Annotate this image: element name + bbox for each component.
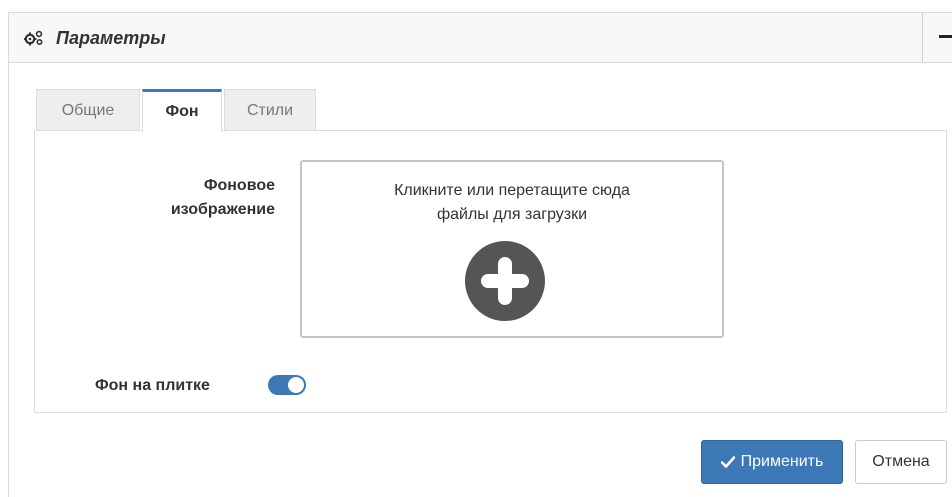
- dropzone-text-line2: файлы для загрузки: [436, 206, 588, 223]
- cancel-button[interactable]: Отмена: [855, 440, 947, 484]
- toggle-knob: [288, 377, 304, 393]
- tile-background-toggle[interactable]: [268, 375, 306, 395]
- panel-title: Параметры: [56, 28, 166, 48]
- tile-background-label: Фон на плитке: [95, 377, 210, 394]
- gears-icon: [24, 30, 43, 46]
- dropzone-text: Кликните или перетащите сюда файлы для з…: [302, 179, 722, 227]
- tab-content-background: Фоновое изображение Кликните или перетащ…: [34, 130, 947, 413]
- upload-dropzone[interactable]: Кликните или перетащите сюда файлы для з…: [300, 160, 724, 338]
- tab-background[interactable]: Фон: [142, 89, 222, 132]
- panel-header: Параметры: [9, 13, 952, 63]
- plus-circle-icon: [465, 241, 545, 321]
- settings-panel: Параметры Общие Фон Стили Фоновое изобра…: [8, 12, 952, 497]
- apply-button[interactable]: Применить: [701, 440, 843, 484]
- dropzone-text-line1: Кликните или перетащите сюда: [394, 182, 630, 199]
- collapse-button[interactable]: [923, 13, 952, 62]
- cancel-button-label: Отмена: [872, 453, 930, 470]
- apply-button-label: Применить: [740, 453, 824, 470]
- tab-styles[interactable]: Стили: [224, 89, 316, 131]
- background-image-label-line2: изображение: [170, 201, 275, 218]
- background-image-label-line1: Фоновое: [203, 177, 275, 194]
- tab-general[interactable]: Общие: [36, 89, 140, 131]
- check-icon: [720, 456, 735, 468]
- minus-icon: [939, 35, 952, 38]
- background-image-label: Фоновое изображение: [115, 174, 275, 222]
